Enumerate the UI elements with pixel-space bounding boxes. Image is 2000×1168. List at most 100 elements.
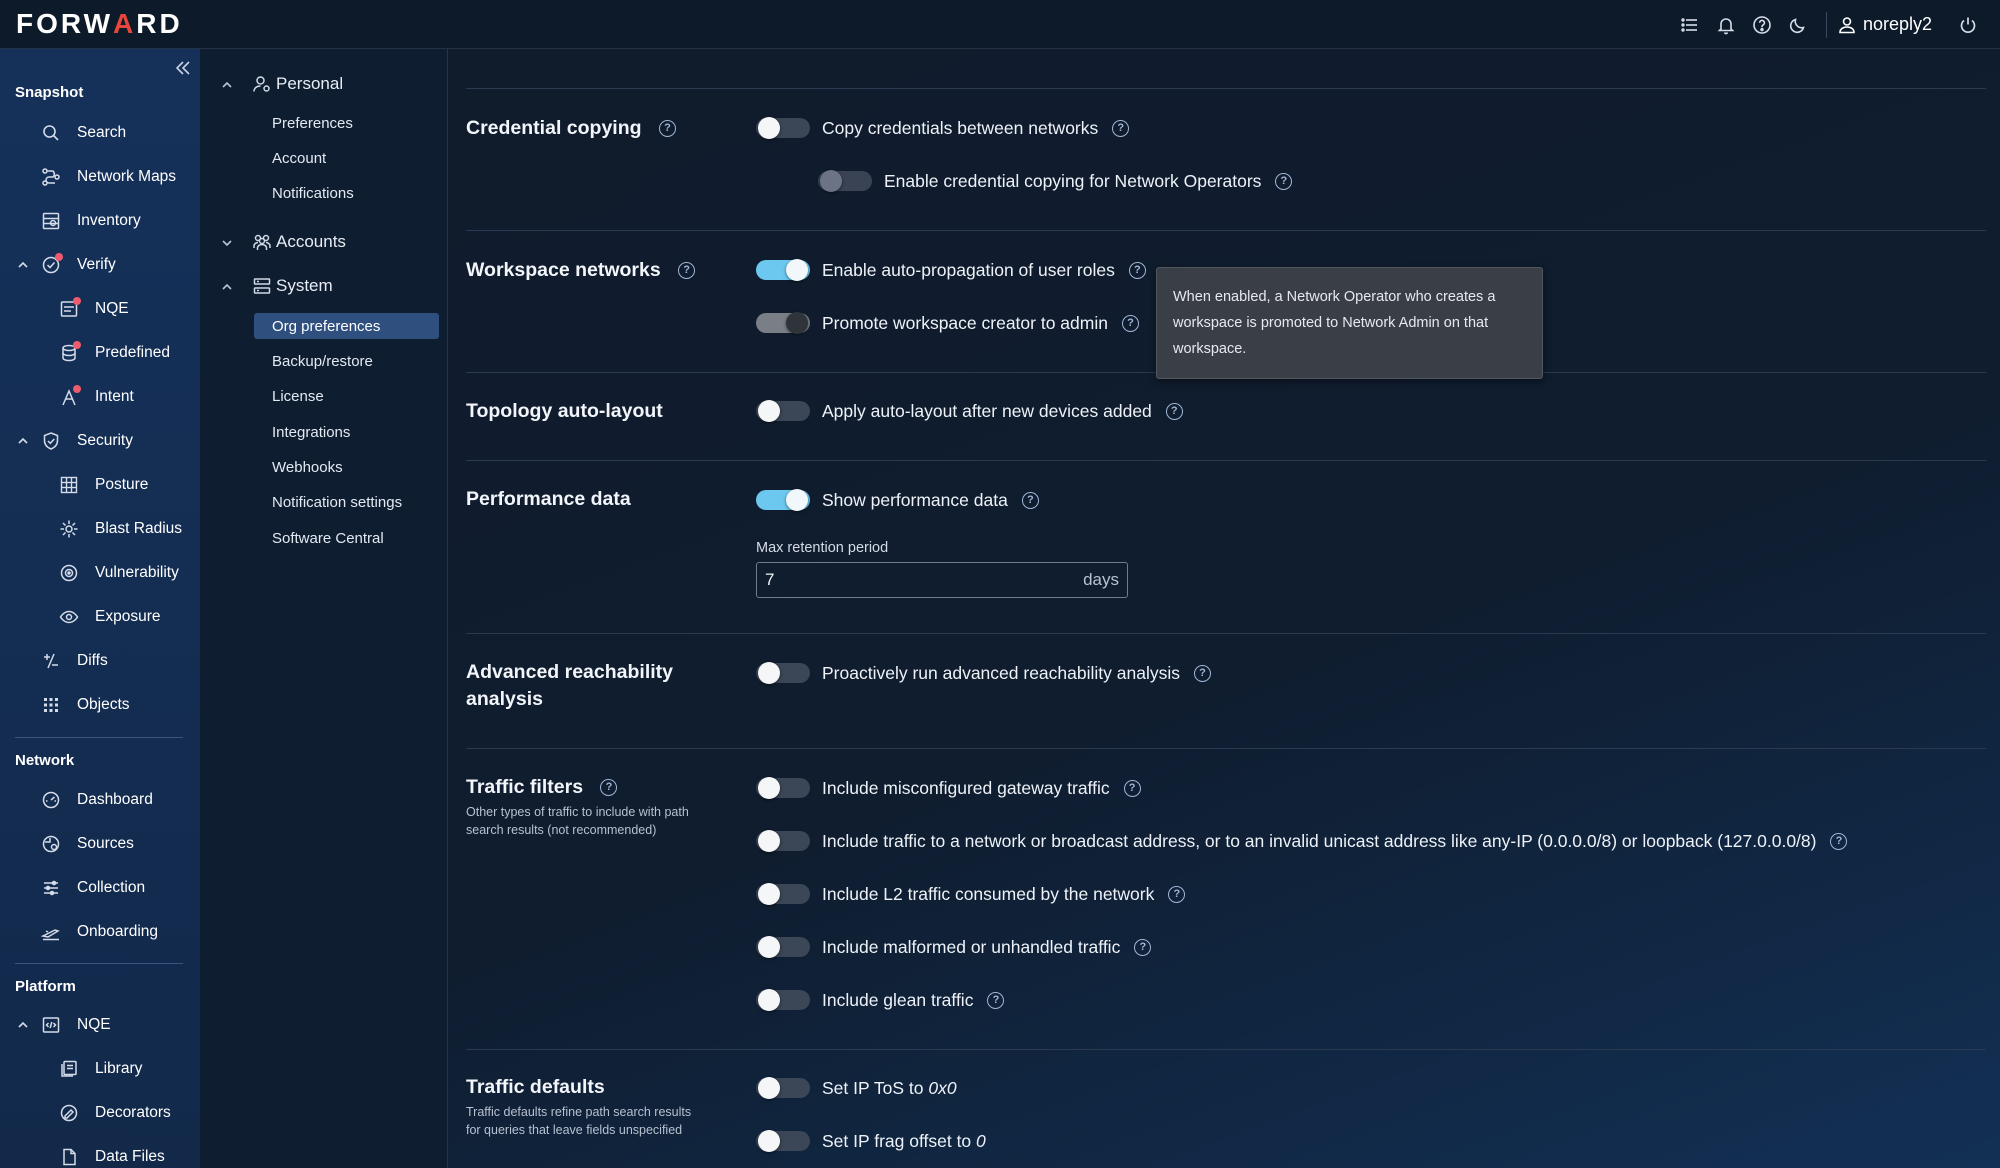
promote-creator-toggle[interactable] [756,309,810,337]
subnav-org-preferences[interactable]: Org preferences [254,313,439,339]
l2-toggle[interactable] [756,880,810,908]
subnav-license[interactable]: License [254,383,439,409]
help-icon[interactable]: ? [1168,885,1186,903]
glean-label: Include glean traffic [822,989,974,1010]
subnav-accounts[interactable]: Accounts [200,227,448,257]
help-icon[interactable]: ? [600,779,618,797]
tos-toggle[interactable] [756,1074,810,1102]
subnav-notification-settings[interactable]: Notification settings [254,489,439,515]
chevron-down-icon [220,235,234,249]
setting-copy-between: Copy credentials between networks ? [756,113,1130,143]
top-divider [1825,11,1827,38]
nav-intent[interactable]: Intent [0,382,200,412]
nav-collection[interactable]: Collection [0,873,200,903]
proactive-toggle[interactable] [756,659,810,687]
help-icon[interactable]: ? [1112,119,1130,137]
nav-onboarding[interactable]: Onboarding [0,917,200,947]
forward-logo[interactable]: FORW A RD [16,8,183,39]
nav-blast-radius[interactable]: Blast Radius [0,514,200,544]
nav-exposure[interactable]: Exposure [0,602,200,632]
subnav-system[interactable]: System [200,271,448,301]
help-icon[interactable] [1744,7,1780,43]
nav-posture-label: Posture [95,476,149,493]
nav-onboarding-label: Onboarding [77,923,159,940]
broadcast-toggle[interactable] [756,827,810,855]
nav-decorators[interactable]: Decorators [0,1098,200,1128]
help-icon[interactable]: ? [678,262,696,280]
nav-data-files[interactable]: Data Files [0,1142,200,1168]
subnav-account[interactable]: Account [254,145,439,171]
help-icon[interactable]: ? [987,991,1005,1009]
help-icon[interactable]: ? [1123,779,1141,797]
retention-input[interactable]: 7 days [756,562,1128,598]
glean-toggle[interactable] [756,986,810,1014]
toggle-knob [758,1077,780,1099]
performance-title: Performance data [466,488,631,510]
nav-posture[interactable]: Posture [0,470,200,500]
nav-objects[interactable]: Objects [0,690,200,720]
help-icon[interactable]: ? [1134,938,1152,956]
toggle-knob [758,662,780,684]
nav-security-label: Security [77,432,133,449]
help-icon[interactable]: ? [1275,172,1293,190]
toggle-knob [758,400,780,422]
bell-icon[interactable] [1708,7,1744,43]
nav-nqe[interactable]: NQE [0,294,200,324]
misconfigured-toggle[interactable] [756,774,810,802]
user-menu[interactable]: noreply2 [1837,14,1940,35]
subnav-backup-restore[interactable]: Backup/restore [254,348,439,374]
power-icon[interactable] [1950,7,1986,43]
frag-toggle[interactable] [756,1127,810,1155]
nav-predefined[interactable]: Predefined [0,338,200,368]
toggle-knob [786,312,808,334]
nav-blast-radius-label: Blast Radius [95,520,183,537]
help-icon[interactable]: ? [658,120,676,138]
subnav-preferences[interactable]: Preferences [254,110,439,136]
nav-search[interactable]: Search [0,118,200,148]
copy-operators-toggle[interactable] [818,167,872,195]
malformed-label: Include malformed or unhandled traffic [822,936,1121,957]
nav-verify[interactable]: Verify [0,250,200,280]
malformed-toggle[interactable] [756,933,810,961]
help-icon[interactable]: ? [1121,314,1139,332]
topology-toggle[interactable] [756,397,810,425]
misconfigured-label: Include misconfigured gateway traffic [822,777,1110,798]
help-icon[interactable]: ? [1021,491,1039,509]
nav-sources[interactable]: Sources [0,829,200,859]
nqe-icon [58,297,81,320]
dark-mode-icon[interactable] [1780,7,1816,43]
auto-propagation-toggle[interactable] [756,256,810,284]
nav-exposure-label: Exposure [95,608,161,625]
list-icon[interactable] [1672,7,1708,43]
nav-vulnerability[interactable]: Vulnerability [0,558,200,588]
traffic-defaults-desc-line2: for queries that leave fields unspecifie… [466,1123,683,1137]
credential-copying-title: Credential copying ? [466,115,676,142]
subnav-webhooks[interactable]: Webhooks [254,454,439,480]
nav-library[interactable]: Library [0,1054,200,1084]
intent-icon [58,385,81,408]
collapse-nav-icon[interactable] [172,57,194,79]
nav-diffs[interactable]: Diffs [0,646,200,676]
logo-text-accent: A [113,8,137,39]
help-icon[interactable]: ? [1165,402,1183,420]
subnav-software-central[interactable]: Software Central [254,525,439,551]
copy-operators-label: Enable credential copying for Network Op… [884,170,1262,191]
help-icon[interactable]: ? [1193,664,1211,682]
help-icon[interactable]: ? [1128,261,1146,279]
nav-security[interactable]: Security [0,426,200,456]
setting-misconfigured: Include misconfigured gateway traffic ? [756,773,1141,803]
toggle-knob [786,489,808,511]
performance-toggle[interactable] [756,486,810,514]
subnav-personal[interactable]: Personal [200,69,448,99]
copy-between-toggle[interactable] [756,114,810,142]
subnav-notifications[interactable]: Notifications [254,180,439,206]
nav-inventory[interactable]: Inventory [0,206,200,236]
nav-dashboard[interactable]: Dashboard [0,785,200,815]
exposure-icon [58,606,80,628]
help-icon[interactable]: ? [1830,832,1848,850]
traffic-filters-desc: Other types of traffic to include with p… [466,803,726,839]
subnav-integrations[interactable]: Integrations [254,419,439,445]
nav-platform-nqe[interactable]: NQE [0,1010,200,1040]
nav-network-maps[interactable]: Network Maps [0,162,200,192]
workspace-networks-title: Workspace networks ? [466,257,696,284]
